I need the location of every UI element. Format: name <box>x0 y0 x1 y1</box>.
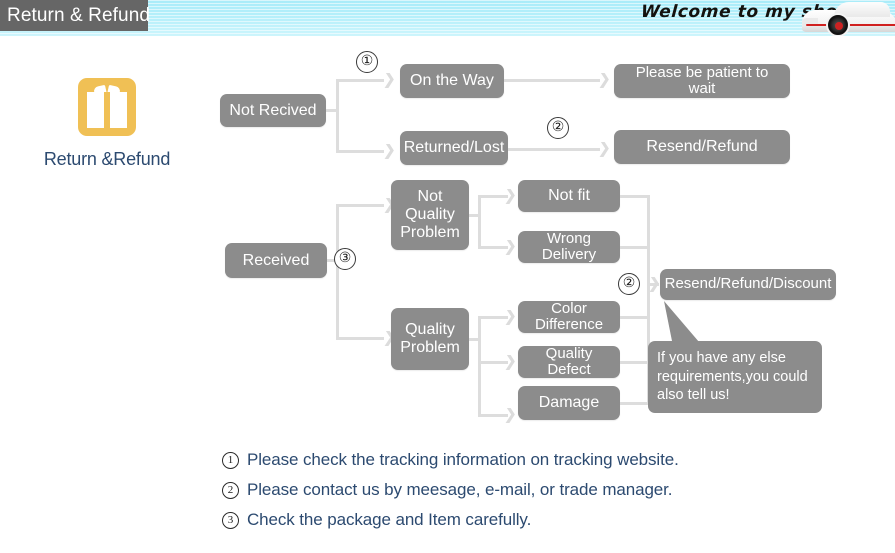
node-received[interactable]: Received <box>225 243 327 278</box>
note-text: Check the package and Item carefully. <box>247 510 532 529</box>
marker-2-bottom: ② <box>618 273 640 295</box>
arrow-to-please-wait <box>598 73 610 89</box>
arrow-to-ontheway <box>383 73 395 89</box>
speech-bubble-note: If you have any else requirements,you co… <box>648 341 822 413</box>
merge-notfit <box>620 195 650 198</box>
connector-to-returnedlost <box>336 150 384 153</box>
node-quality-problem[interactable]: Quality Problem <box>391 308 469 370</box>
marker-3: ③ <box>334 248 356 270</box>
list-item: 3 Check the package and Item carefully. <box>222 505 842 535</box>
connector-notquality-split <box>478 195 481 249</box>
merge-qualitydefect <box>620 361 650 364</box>
connector-to-notquality <box>336 204 384 207</box>
arrow-to-wrongdelivery <box>504 240 516 256</box>
note-number: 3 <box>222 511 239 529</box>
node-not-fit[interactable]: Not fit <box>518 180 620 212</box>
merge-wrongdelivery <box>620 246 650 249</box>
connector-received-vertical <box>336 204 339 340</box>
arrow-to-returnedlost <box>383 144 395 160</box>
node-damage[interactable]: Damage <box>518 386 620 420</box>
node-not-recived[interactable]: Not Recived <box>220 94 326 127</box>
marker-2-top: ② <box>547 117 569 139</box>
arrow-to-colordiff <box>504 310 516 326</box>
arrow-to-qualitydefect <box>504 355 516 371</box>
arrow-to-damage <box>504 408 516 424</box>
footnotes-list: 1 Please check the tracking information … <box>222 445 842 535</box>
note-number: 1 <box>222 451 239 469</box>
marker-1-top: ① <box>356 51 378 73</box>
arrow-to-resend-refund-discount <box>648 277 660 293</box>
connector-to-ontheway <box>336 79 384 82</box>
node-not-quality-problem[interactable]: Not Quality Problem <box>391 180 469 250</box>
node-wrong-delivery[interactable]: Wrong Delivery <box>518 230 620 263</box>
connector-ontheway-out <box>504 79 600 82</box>
merge-colordiff <box>620 316 650 319</box>
list-item: 1 Please check the tracking information … <box>222 445 842 475</box>
node-on-the-way[interactable]: On the Way <box>400 64 504 98</box>
note-number: 2 <box>222 481 239 499</box>
arrow-to-resend-refund <box>598 142 610 158</box>
connector-notrecived-vertical <box>336 79 339 153</box>
node-color-difference[interactable]: Color Difference <box>518 300 620 333</box>
connector-to-quality <box>336 337 384 340</box>
node-quality-defect[interactable]: Quality Defect <box>518 345 620 378</box>
arrow-to-notfit <box>504 189 516 205</box>
note-text: Please check the tracking information on… <box>247 450 679 469</box>
connector-returnedlost-out <box>508 148 600 151</box>
note-text: Please contact us by meesage, e-mail, or… <box>247 480 673 499</box>
node-resend-refund[interactable]: Resend/Refund <box>614 130 790 164</box>
list-item: 2 Please contact us by meesage, e-mail, … <box>222 475 842 505</box>
connector-quality-split <box>478 316 481 417</box>
merge-damage <box>620 402 650 405</box>
node-please-be-patient[interactable]: Please be patient to wait <box>614 64 790 98</box>
node-returned-lost[interactable]: Returned/Lost <box>400 131 508 165</box>
